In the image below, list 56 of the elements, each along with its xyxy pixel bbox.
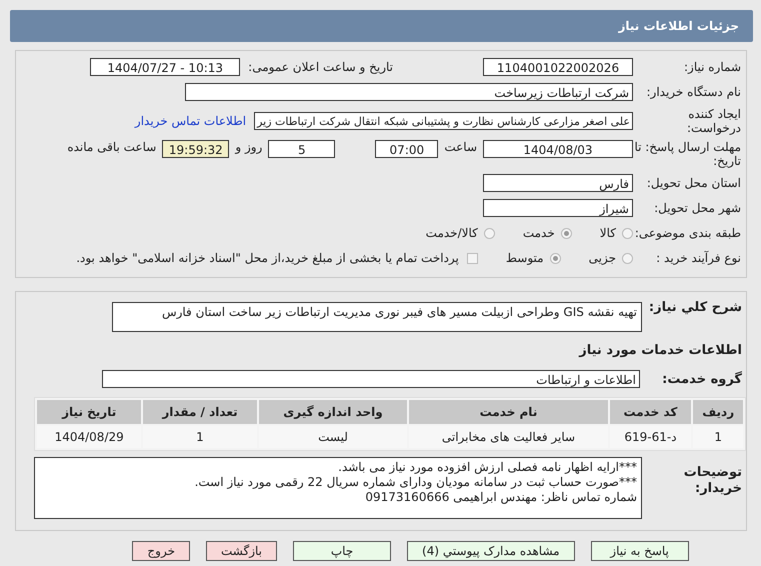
time-label: ساعت [444, 140, 477, 154]
column-header: کد خدمت [610, 400, 692, 424]
field-label: نوع فرآیند خرید : [655, 251, 742, 265]
radio-button[interactable] [484, 228, 495, 238]
section-heading: اطلاعات خدمات مورد نیاز [579, 343, 742, 358]
column-header: تاریخ نیاز [37, 400, 142, 424]
action-button[interactable]: بازگشت [206, 541, 277, 561]
buyer-name-field: شرکت ارتباطات زیرساخت [185, 83, 633, 101]
column-header: نام خدمت [409, 400, 608, 424]
announce-date-field: 1404/07/27 - 10:13 [90, 58, 240, 76]
remaining-time-field: 19:59:32 [162, 140, 230, 158]
action-button[interactable]: مشاهده مدارک پیوستي (4) [407, 541, 575, 561]
radio-button[interactable] [622, 252, 633, 264]
field-label: مهلت ارسال پاسخ: تا تاریخ: [633, 140, 742, 168]
radio-label: خدمت [522, 226, 555, 240]
deadline-time-field: 07:00 [375, 140, 438, 158]
need-number-field: 1104001022002026 [483, 58, 633, 76]
field-label: طبقه بندی موضوعی: [634, 226, 742, 240]
radio-button[interactable] [622, 228, 633, 238]
days-field: 5 [268, 140, 336, 158]
field-label: گروه خدمت: [661, 372, 743, 386]
field-label: تاریخ و ساعت اعلان عمومی: [248, 60, 393, 74]
requester-field: علی اصغر مزارعی کارشناس نظارت و پشتیبانی شبکه انتقال شرکت ارتباطات زیر [254, 112, 633, 130]
action-button[interactable]: خروج [132, 541, 190, 561]
description-box: تهیه نقشه GIS وطراحی ازبیلت مسیر های فیبر نوری مدیریت ارتباطات زیر ساخت استان فارس [112, 302, 642, 332]
radio-button[interactable] [550, 252, 561, 264]
province-field: فارس [483, 174, 633, 192]
service-group-field: اطلاعات و ارتباطات [102, 370, 640, 388]
deadline-date-field: 1404/08/03 [483, 140, 633, 158]
buyer-contact-link[interactable]: اطلاعات تماس خریدار [134, 114, 246, 128]
radio-button[interactable] [560, 228, 572, 238]
field-label: شرح کلي نياز: [648, 300, 743, 315]
column-header: ردیف [693, 400, 743, 424]
checkbox-label: پرداخت تمام یا بخشی از مبلغ خرید،از محل "اسناد خزانه اسلامی" خواهد بود. [76, 251, 459, 265]
radio-label: کالا [600, 226, 616, 240]
field-label: نام دستگاه خریدار: [646, 85, 742, 99]
note-line: ***ارایه اظهار نامه فصلی ارزش افزوده مورد نیاز می باشد. [337, 460, 637, 475]
column-header: تعداد / مقدار [143, 400, 257, 424]
note-line: ***صورت حساب ثبت در سامانه مودیان ودارای شماره سریال 22 رقمی مورد نیاز است. [194, 475, 637, 490]
field-label: ایجاد کننده درخواست: [686, 107, 742, 135]
note-line: شماره تماس ناظر: مهندس ابراهیمی 09173160666 [364, 490, 637, 505]
radio-label: متوسط [506, 251, 544, 265]
field-label: شماره نیاز: [683, 60, 742, 74]
city-field: شیراز [483, 199, 633, 217]
field-label: توضیحات خریدار: [682, 465, 743, 497]
column-header: واحد اندازه گیری [258, 400, 408, 424]
checkbox[interactable] [466, 252, 478, 264]
action-button[interactable]: پاسخ به نیاز [590, 541, 689, 561]
action-button[interactable]: چاپ [293, 541, 391, 561]
days-label: روز و [235, 140, 262, 154]
remaining-label: ساعت باقی مانده [67, 140, 156, 154]
field-label: شهر محل تحویل: [653, 201, 742, 215]
page-title: جزئیات اطلاعات نیاز [618, 19, 739, 33]
radio-label: جزیی [588, 251, 616, 265]
radio-label: کالا/خدمت [426, 226, 478, 240]
field-label: استان محل تحویل: [646, 176, 742, 190]
